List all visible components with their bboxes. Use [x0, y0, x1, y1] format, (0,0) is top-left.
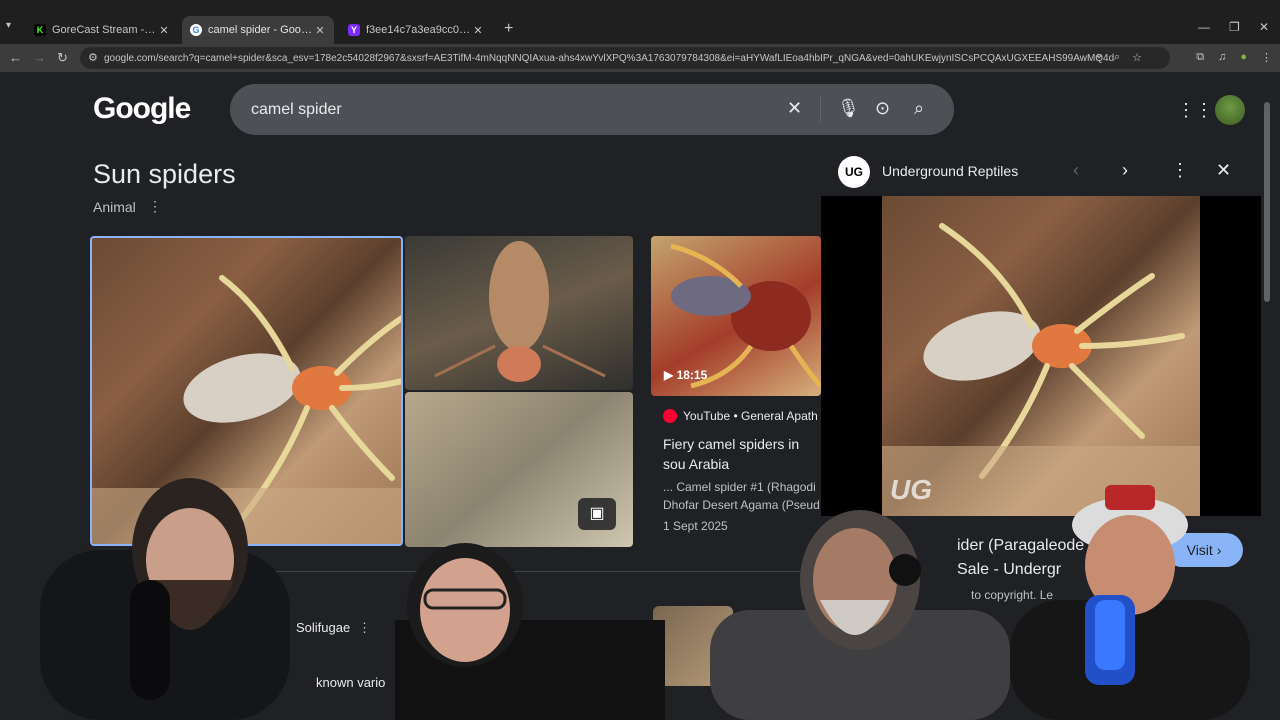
back-icon[interactable]: ← — [9, 50, 22, 65]
profile-icon[interactable]: ● — [1240, 51, 1247, 64]
tab-google-search[interactable]: G camel spider - Google Search ✕ — [182, 16, 334, 44]
person-silhouette — [395, 543, 665, 720]
webcam-overlay-1 — [20, 460, 310, 720]
location-icon[interactable]: ⌖ — [1096, 51, 1102, 64]
microphone-icon[interactable]: 🎙 — [837, 98, 860, 119]
media-controls-icon[interactable]: ♫ — [1218, 51, 1226, 64]
tab-gorecast[interactable]: K GoreCast Stream - Watch Live o ✕ — [26, 16, 178, 44]
tab-search-button[interactable]: ▾ — [6, 20, 20, 38]
yahoo-favicon-icon: Y — [348, 24, 360, 36]
minimize-icon[interactable]: — — [1198, 20, 1210, 34]
search-icon[interactable]: ⌕ — [914, 98, 924, 119]
tab-title: f3ee14c7a3ea9cc070ef5602d8 — [366, 24, 472, 36]
url-text: google.com/search?q=camel+spider&sca_esv… — [104, 52, 1114, 64]
clear-icon[interactable]: ✕ — [787, 98, 802, 119]
more-options-icon[interactable]: ⋮ — [1171, 160, 1189, 181]
close-window-icon[interactable]: ✕ — [1259, 20, 1269, 34]
preview-photo: UG — [882, 196, 1200, 516]
next-icon[interactable]: › — [1122, 160, 1128, 181]
close-tab-icon[interactable]: ✕ — [158, 24, 170, 37]
close-tab-icon[interactable]: ✕ — [314, 24, 326, 37]
webcam-overlay-3 — [700, 500, 1020, 720]
more-options-icon[interactable]: ⋮ — [148, 198, 162, 215]
extensions-icon[interactable]: ⧉ — [1196, 51, 1204, 64]
sun-spider-image-2[interactable] — [405, 236, 633, 390]
search-input[interactable] — [249, 96, 773, 124]
browser-toolbar: ← → ↻ ⚙ google.com/search?q=camel+spider… — [0, 44, 1280, 72]
search-box[interactable]: ✕ 🎙 ⊙ ⌕ — [230, 84, 954, 135]
scrollbar[interactable] — [1264, 102, 1270, 302]
spider-illustration — [882, 223, 1200, 516]
site-logo: UG — [838, 156, 870, 188]
person-silhouette — [1010, 485, 1250, 720]
google-favicon-icon: G — [190, 24, 202, 36]
reload-icon[interactable]: ↻ — [57, 50, 68, 66]
google-apps-icon[interactable]: ⋮⋮ — [1177, 100, 1213, 121]
more-options-icon[interactable]: ⋮ — [358, 620, 371, 636]
person-silhouette — [40, 478, 290, 720]
site-name[interactable]: Underground Reptiles — [882, 163, 1018, 179]
video-duration: ▶ 18:15 — [664, 368, 708, 382]
address-bar[interactable]: ⚙ google.com/search?q=camel+spider&sca_e… — [80, 47, 1170, 69]
source-text: YouTube • General Apath — [683, 409, 818, 423]
google-logo[interactable]: Google — [93, 92, 191, 126]
restore-icon[interactable]: ❐ — [1229, 20, 1240, 34]
video-title-text: Fiery camel spiders in sou Arabia — [663, 436, 800, 472]
webcam-overlay-4 — [1010, 470, 1280, 720]
bookmark-star-icon[interactable]: ☆ — [1132, 51, 1142, 64]
kick-favicon-icon: K — [34, 24, 46, 36]
forward-icon[interactable]: → — [33, 50, 46, 65]
site-info-icon[interactable]: ⚙ — [88, 51, 98, 64]
webcam-overlay-2 — [395, 520, 665, 720]
lens-camera-icon[interactable]: ⊙ — [875, 98, 890, 119]
knowledge-title: Sun spiders — [93, 159, 236, 189]
avatar[interactable] — [1215, 95, 1245, 125]
new-tab-button[interactable]: + — [504, 20, 513, 38]
youtube-icon — [663, 409, 677, 423]
person-silhouette — [710, 510, 1010, 720]
close-panel-icon[interactable]: ✕ — [1216, 160, 1231, 181]
menu-icon[interactable]: ⋮ — [1261, 51, 1272, 64]
close-tab-icon[interactable]: ✕ — [472, 24, 484, 37]
related-snippet: known vario — [316, 675, 386, 690]
zoom-icon[interactable]: ⌕ — [1114, 51, 1120, 64]
search-divider — [820, 96, 821, 123]
preview-image[interactable]: UG ⊙ — [821, 196, 1261, 541]
snippet-line: ... Camel spider #1 (Rhagodi — [663, 480, 816, 494]
knowledge-subtitle: Animal — [93, 199, 136, 215]
duration-text: 18:15 — [676, 368, 708, 382]
spider-illustration — [434, 241, 606, 382]
video-source[interactable]: YouTube • General Apath — [663, 409, 818, 423]
tab-bar: ▾ K GoreCast Stream - Watch Live o ✕ G c… — [0, 0, 1280, 44]
previous-icon[interactable]: ‹ — [1073, 160, 1079, 181]
video-title[interactable]: Fiery camel spiders in sou Arabia — [663, 434, 821, 474]
tab-yahoo[interactable]: Y f3ee14c7a3ea9cc070ef5602d8 ✕ — [340, 16, 492, 44]
tab-title: GoreCast Stream - Watch Live o — [52, 24, 158, 36]
tab-title: camel spider - Google Search — [208, 24, 314, 36]
